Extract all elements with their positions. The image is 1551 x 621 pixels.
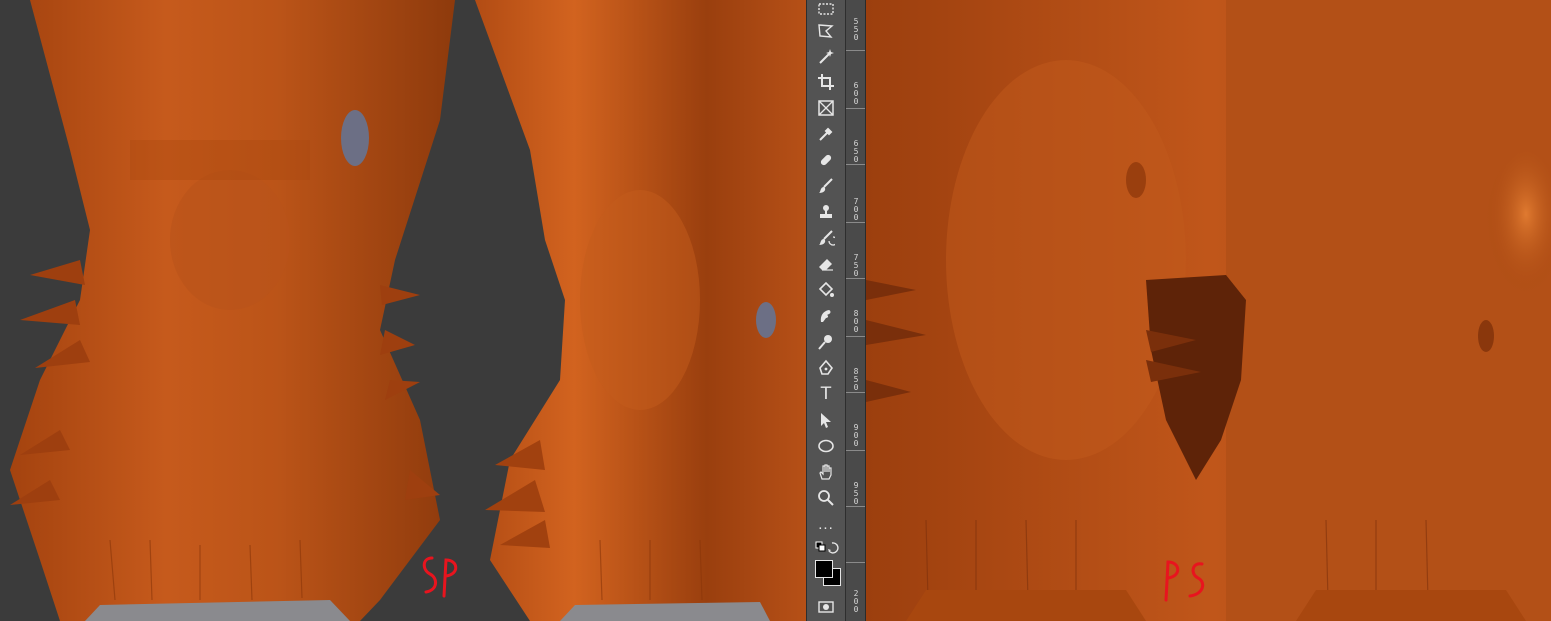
ruler-tick	[846, 336, 865, 337]
magnifier-icon[interactable]	[815, 487, 837, 509]
left-viewport-sp[interactable]: SP	[0, 0, 806, 621]
pen-icon[interactable]	[815, 357, 837, 379]
more-tools-label: ...	[818, 515, 834, 533]
type-icon[interactable]: T	[815, 383, 837, 405]
ruler-label: 9 5 0	[853, 481, 859, 506]
bucket-icon[interactable]	[815, 279, 837, 301]
ruler-tick	[846, 164, 865, 165]
stamp-icon[interactable]	[815, 201, 837, 223]
ruler-tick	[846, 450, 865, 451]
sp-render	[0, 0, 806, 621]
frame-icon[interactable]	[815, 97, 837, 119]
sp-annotation-strokes	[422, 556, 458, 598]
ruler-label: 9 0 0	[853, 423, 859, 448]
smudge-icon[interactable]	[815, 305, 837, 327]
magic-wand-icon[interactable]	[815, 46, 837, 68]
crop-icon[interactable]	[815, 71, 837, 93]
type-tool-label: T	[820, 383, 832, 404]
foreground-color-swatch[interactable]	[815, 560, 833, 578]
eraser-icon[interactable]	[815, 253, 837, 275]
ruler-label: 5 5 0	[853, 17, 859, 42]
default-colors-icon[interactable]	[815, 540, 839, 558]
sp-annotation: SP	[418, 552, 478, 612]
ruler-tick	[846, 278, 865, 279]
ruler-tick	[846, 392, 865, 393]
ruler-tick	[846, 506, 865, 507]
ruler-label: 7 5 0	[853, 253, 859, 278]
ps-annotation-strokes	[1164, 560, 1205, 602]
eyedropper-icon[interactable]	[815, 123, 837, 145]
bandage-icon[interactable]	[815, 149, 837, 171]
ruler-tick	[846, 222, 865, 223]
ruler-label: 6 0 0	[853, 81, 859, 106]
history-brush-icon[interactable]	[815, 227, 837, 249]
ps-render	[866, 0, 1551, 621]
ps-annotation: PS	[1160, 556, 1220, 616]
polygon-lasso-icon[interactable]	[815, 20, 837, 42]
ruler-tick	[846, 50, 865, 51]
ellipsis-icon[interactable]: ...	[815, 513, 837, 535]
ruler-label: 8 0 0	[853, 309, 859, 334]
ruler-tick	[846, 108, 865, 109]
quick-mask-icon[interactable]	[815, 596, 837, 618]
right-viewport-ps[interactable]: PS	[866, 0, 1551, 621]
rect-marquee-icon[interactable]	[815, 0, 837, 22]
dodge-icon[interactable]	[815, 331, 837, 353]
ellipse-icon[interactable]	[815, 435, 837, 457]
ruler-label: 6 5 0	[853, 139, 859, 164]
ruler-label: 8 5 0	[853, 367, 859, 392]
hand-icon[interactable]	[815, 461, 837, 483]
arrow-icon[interactable]	[815, 409, 837, 431]
ruler-label: 2 0 0	[853, 589, 859, 614]
ruler-label: 7 0 0	[853, 197, 859, 222]
vertical-ruler: 5 5 0 6 0 0 6 5 0 7 0 0 7 5 0 8 0 0 8 5 …	[846, 0, 866, 621]
ruler-tick	[846, 562, 865, 563]
brush-icon[interactable]	[815, 175, 837, 197]
tools-panel: T ...	[806, 0, 846, 621]
